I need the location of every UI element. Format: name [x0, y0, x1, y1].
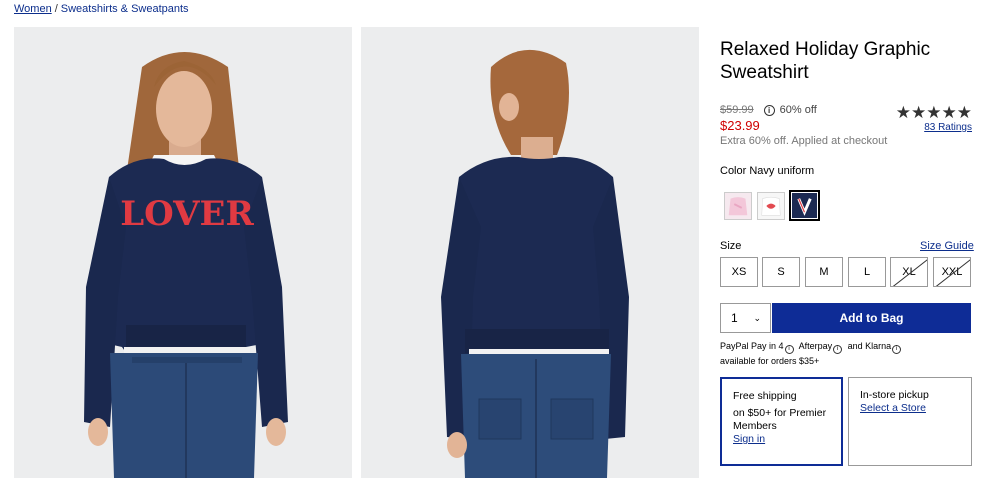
afterpay-label: Afterpay [798, 341, 833, 351]
breadcrumb-sweatshirts-link[interactable]: Sweatshirts & Sweatpants [61, 3, 189, 15]
pickup-title: In-store pickup [860, 389, 929, 401]
breadcrumb-women-link[interactable]: Women [14, 3, 52, 15]
size-xxl-button-unavailable[interactable]: XXL [933, 257, 971, 287]
lover-graphic: LOVER [120, 194, 254, 234]
afterpay-info-icon[interactable]: i [833, 345, 843, 354]
size-m-button[interactable]: M [805, 257, 843, 287]
size-xs-button[interactable]: XS [720, 257, 758, 287]
add-to-bag-button[interactable]: Add to Bag [772, 303, 971, 333]
size-guide-link[interactable]: Size Guide [920, 240, 974, 252]
product-image-back[interactable] [361, 27, 699, 478]
size-xl-button-unavailable[interactable]: XL [890, 257, 928, 287]
bnpl-availability: available for orders $35+ [720, 356, 820, 366]
shipping-option-card[interactable]: Free shipping on $50+ for Premier Member… [720, 377, 843, 466]
size-l-button[interactable]: L [848, 257, 886, 287]
extra-offer-text: Extra 60% off. Applied at checkout [720, 135, 888, 147]
klarna-info-icon[interactable]: i [892, 345, 902, 354]
shipping-title: Free shipping [733, 390, 797, 402]
color-swatch-white[interactable] [757, 192, 785, 220]
breadcrumb: Women / Sweatshirts & Sweatpants [14, 3, 189, 15]
chevron-down-icon: ⌄ [753, 313, 761, 323]
discount-percent: 60% off [779, 104, 817, 116]
size-s-button[interactable]: S [762, 257, 800, 287]
color-swatch-navy-uniform[interactable] [789, 190, 820, 221]
rating-block: ★★★★★ 83 Ratings [888, 103, 972, 133]
color-label: Color Navy uniform [720, 165, 815, 177]
ratings-count-link[interactable]: 83 Ratings [888, 122, 972, 133]
pickup-option-card[interactable]: In-store pickup Select a Store [848, 377, 972, 466]
paypal-info-icon[interactable]: i [784, 345, 794, 354]
product-title: Relaxed Holiday Graphic Sweatshirt [720, 39, 931, 83]
breadcrumb-separator: / [54, 3, 58, 15]
product-image-front[interactable]: LOVER [14, 27, 352, 478]
pay-later-options: PayPal Pay in 4i Afterpay i and Klarna i a… [720, 339, 972, 368]
and-text: and [847, 341, 863, 351]
select-store-link[interactable]: Select a Store [860, 402, 926, 415]
quantity-select[interactable]: 1 ⌄ [720, 303, 771, 333]
color-swatch-pink[interactable] [724, 192, 752, 220]
price-info-icon[interactable]: i [763, 104, 775, 116]
klarna-label: Klarna [865, 341, 892, 351]
original-price: $59.99 [720, 104, 754, 116]
size-label: Size [720, 240, 742, 252]
shipping-text: on $50+ for Premier Members [733, 407, 827, 432]
star-rating-icon: ★★★★★ [895, 103, 972, 122]
paypal-label: PayPal Pay in 4 [720, 341, 784, 351]
sign-in-link[interactable]: Sign in [733, 433, 765, 446]
